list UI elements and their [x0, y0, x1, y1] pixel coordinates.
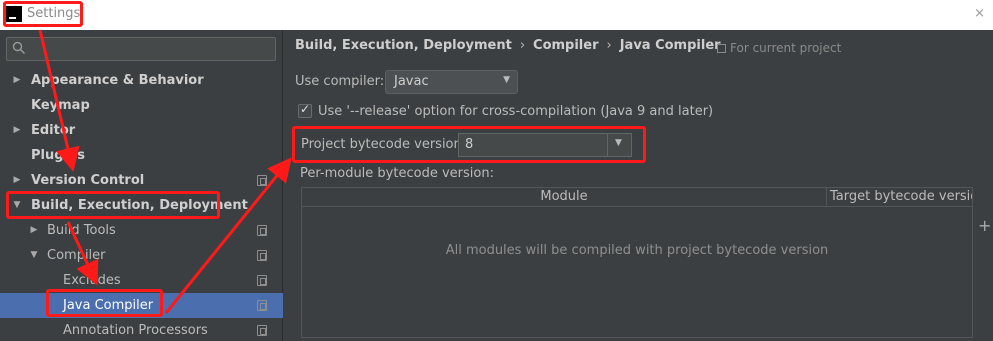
project-scope-icon: [257, 225, 267, 236]
bytecode-version-value: 8: [465, 137, 474, 152]
per-module-label: Per-module bytecode version:: [300, 166, 494, 181]
project-scope-icon: [717, 44, 726, 53]
module-table[interactable]: Module Target bytecode version All modul…: [301, 187, 973, 338]
sidebar-item-editor[interactable]: ▶ Editor: [0, 118, 283, 143]
sidebar-item-compiler[interactable]: ▼ Compiler: [0, 243, 283, 268]
expand-arrow-icon[interactable]: ▶: [11, 118, 23, 143]
add-module-button[interactable]: +: [978, 216, 991, 235]
bytecode-version-label: Project bytecode version:: [301, 137, 467, 152]
column-header-module[interactable]: Module: [302, 188, 827, 207]
release-option-checkbox[interactable]: ✓: [298, 102, 312, 118]
close-icon[interactable]: ×: [974, 6, 985, 21]
sidebar-item-java-compiler[interactable]: Java Compiler: [0, 293, 283, 318]
project-scope-icon: [257, 325, 267, 336]
breadcrumb-item[interactable]: Compiler: [533, 38, 598, 53]
sidebar-item-version-control[interactable]: ▶ Version Control: [0, 168, 283, 193]
scope-note: For current project: [717, 41, 841, 55]
release-option-label[interactable]: Use '--release' option for cross-compila…: [318, 104, 713, 119]
chevron-down-icon: ▼: [503, 75, 510, 85]
table-header: Module Target bytecode version: [302, 188, 972, 207]
title-bar: Settings ×: [0, 0, 993, 30]
bytecode-version-combo[interactable]: 8 ▼: [458, 133, 632, 157]
sidebar-item-appearance[interactable]: ▶ Appearance & Behavior: [0, 68, 283, 93]
intellij-logo-icon: [6, 6, 22, 22]
collapse-arrow-icon[interactable]: ▼: [28, 243, 40, 268]
chevron-down-icon: ▼: [615, 138, 622, 148]
breadcrumb-item[interactable]: Build, Execution, Deployment: [295, 38, 512, 53]
expand-arrow-icon[interactable]: ▶: [11, 168, 23, 193]
expand-arrow-icon[interactable]: ▶: [28, 218, 40, 243]
compiler-value: Javac: [394, 74, 429, 89]
compiler-dropdown[interactable]: Javac ▼: [385, 70, 518, 94]
sidebar-item-build-tools[interactable]: ▶ Build Tools: [0, 218, 283, 243]
bytecode-dropdown-button[interactable]: ▼: [607, 134, 631, 156]
collapse-arrow-icon[interactable]: ▼: [11, 193, 23, 218]
sidebar-item-build-execution-deployment[interactable]: ▼ Build, Execution, Deployment: [0, 193, 283, 218]
breadcrumb: Build, Execution, Deployment › Compiler › Ja…: [295, 38, 721, 53]
sidebar-item-annotation-processors[interactable]: Annotation Processors: [0, 318, 283, 341]
sidebar-item-keymap[interactable]: Keymap: [0, 93, 283, 118]
breadcrumb-separator: ›: [606, 38, 612, 53]
search-input[interactable]: [6, 37, 276, 61]
breadcrumb-item: Java Compiler: [619, 38, 721, 53]
expand-arrow-icon[interactable]: ▶: [11, 68, 23, 93]
project-scope-icon: [257, 275, 267, 286]
checkmark-icon: ✓: [300, 102, 311, 116]
use-compiler-label: Use compiler:: [295, 74, 385, 89]
sidebar-item-plugins[interactable]: Plugins: [0, 143, 283, 168]
sidebar-item-excludes[interactable]: Excludes: [0, 268, 283, 293]
settings-content: Build, Execution, Deployment › Compiler › Ja…: [284, 30, 993, 341]
window-title: Settings: [27, 6, 81, 21]
settings-sidebar: ▶ Appearance & Behavior Keymap ▶ Editor …: [0, 30, 283, 341]
project-scope-icon: [257, 250, 267, 261]
empty-table-message: All modules will be compiled with projec…: [445, 243, 829, 258]
project-scope-icon: [257, 300, 267, 311]
search-icon: [12, 41, 25, 54]
project-scope-icon: [257, 175, 267, 186]
breadcrumb-separator: ›: [519, 38, 526, 53]
column-header-target-version[interactable]: Target bytecode version: [828, 188, 972, 207]
